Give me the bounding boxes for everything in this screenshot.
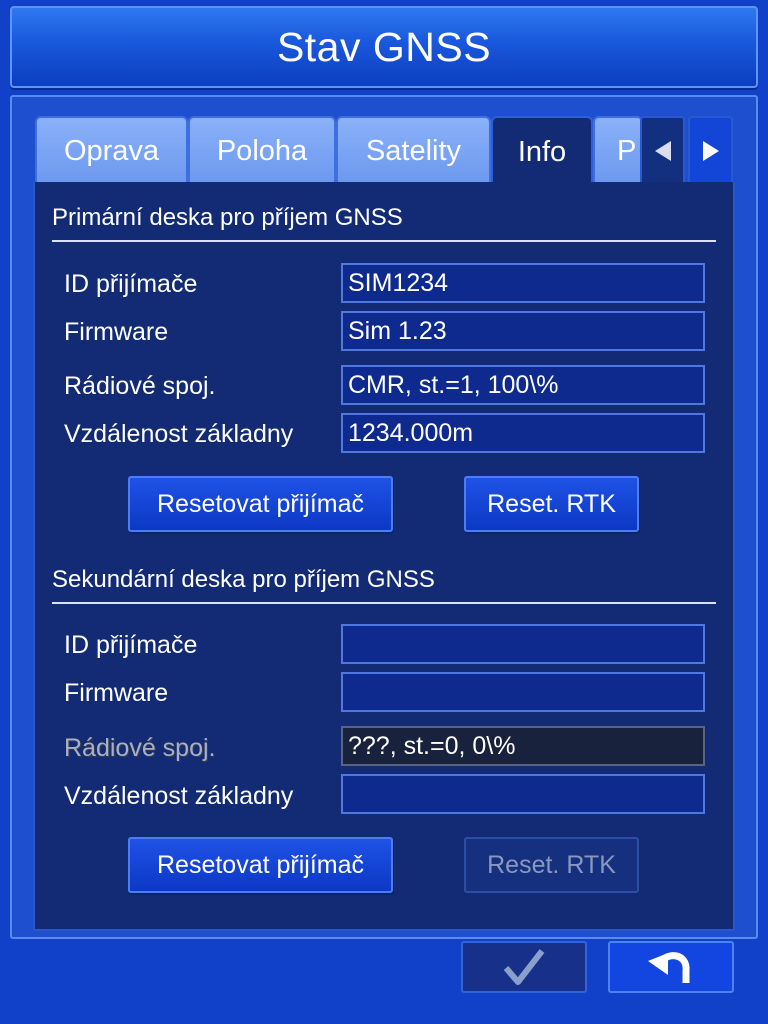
tab-label: Satelity: [365, 134, 462, 167]
secondary-distance-field: [341, 774, 705, 814]
back-button[interactable]: [608, 941, 734, 993]
tab-label: Info: [517, 135, 567, 168]
secondary-receiver-id-field: [341, 624, 705, 664]
secondary-reset-receiver-button[interactable]: Resetovat přijímač: [128, 837, 393, 893]
primary-radio-field: CMR, st.=1, 100\%: [341, 365, 705, 405]
primary-radio-label: Rádiové spoj.: [64, 372, 216, 400]
tab-info[interactable]: Info: [491, 116, 593, 186]
primary-section-heading: Primární deska pro příjem GNSS: [52, 204, 403, 231]
primary-distance-field: 1234.000m: [341, 413, 705, 453]
secondary-firmware-field: [341, 672, 705, 712]
secondary-distance-label: Vzdálenost základny: [64, 782, 294, 810]
confirm-button[interactable]: [461, 941, 587, 993]
tab-scroll-right-button[interactable]: [688, 116, 733, 186]
tab-poloha[interactable]: Poloha: [188, 116, 336, 184]
tab-label: Oprava: [63, 134, 160, 167]
secondary-radio-label: Rádiové spoj.: [64, 734, 216, 762]
page-title: Stav GNSS: [276, 23, 492, 70]
tab-partial[interactable]: P: [593, 116, 643, 184]
primary-receiver-id-field: SIM1234: [341, 263, 705, 303]
tab-oprava[interactable]: Oprava: [35, 116, 188, 184]
primary-distance-label: Vzdálenost základny: [64, 420, 294, 448]
title-bar: Stav GNSS: [10, 6, 758, 88]
primary-receiver-id-label: ID přijímače: [64, 270, 198, 298]
secondary-reset-rtk-button: Reset. RTK: [464, 837, 639, 893]
secondary-firmware-label: Firmware: [64, 679, 169, 707]
secondary-receiver-id-label: ID přijímače: [64, 631, 198, 659]
primary-firmware-field: Sim 1.23: [341, 311, 705, 351]
primary-reset-receiver-button[interactable]: Resetovat přijímač: [128, 476, 393, 532]
secondary-section-heading: Sekundární deska pro příjem GNSS: [52, 566, 435, 593]
triangle-left-icon: [654, 141, 671, 161]
tab-label: P: [617, 134, 637, 167]
primary-firmware-label: Firmware: [64, 318, 169, 346]
tab-satelity[interactable]: Satelity: [336, 116, 491, 184]
secondary-divider: [52, 602, 716, 604]
undo-arrow-icon: [648, 952, 690, 983]
triangle-right-icon: [702, 141, 719, 161]
tab-label: Poloha: [216, 134, 308, 167]
primary-reset-rtk-button[interactable]: Reset. RTK: [464, 476, 639, 532]
tab-scroll-left-button[interactable]: [640, 116, 685, 186]
checkmark-icon: [503, 949, 545, 985]
primary-divider: [52, 240, 716, 242]
secondary-radio-field: ???, st.=0, 0\%: [341, 726, 705, 766]
